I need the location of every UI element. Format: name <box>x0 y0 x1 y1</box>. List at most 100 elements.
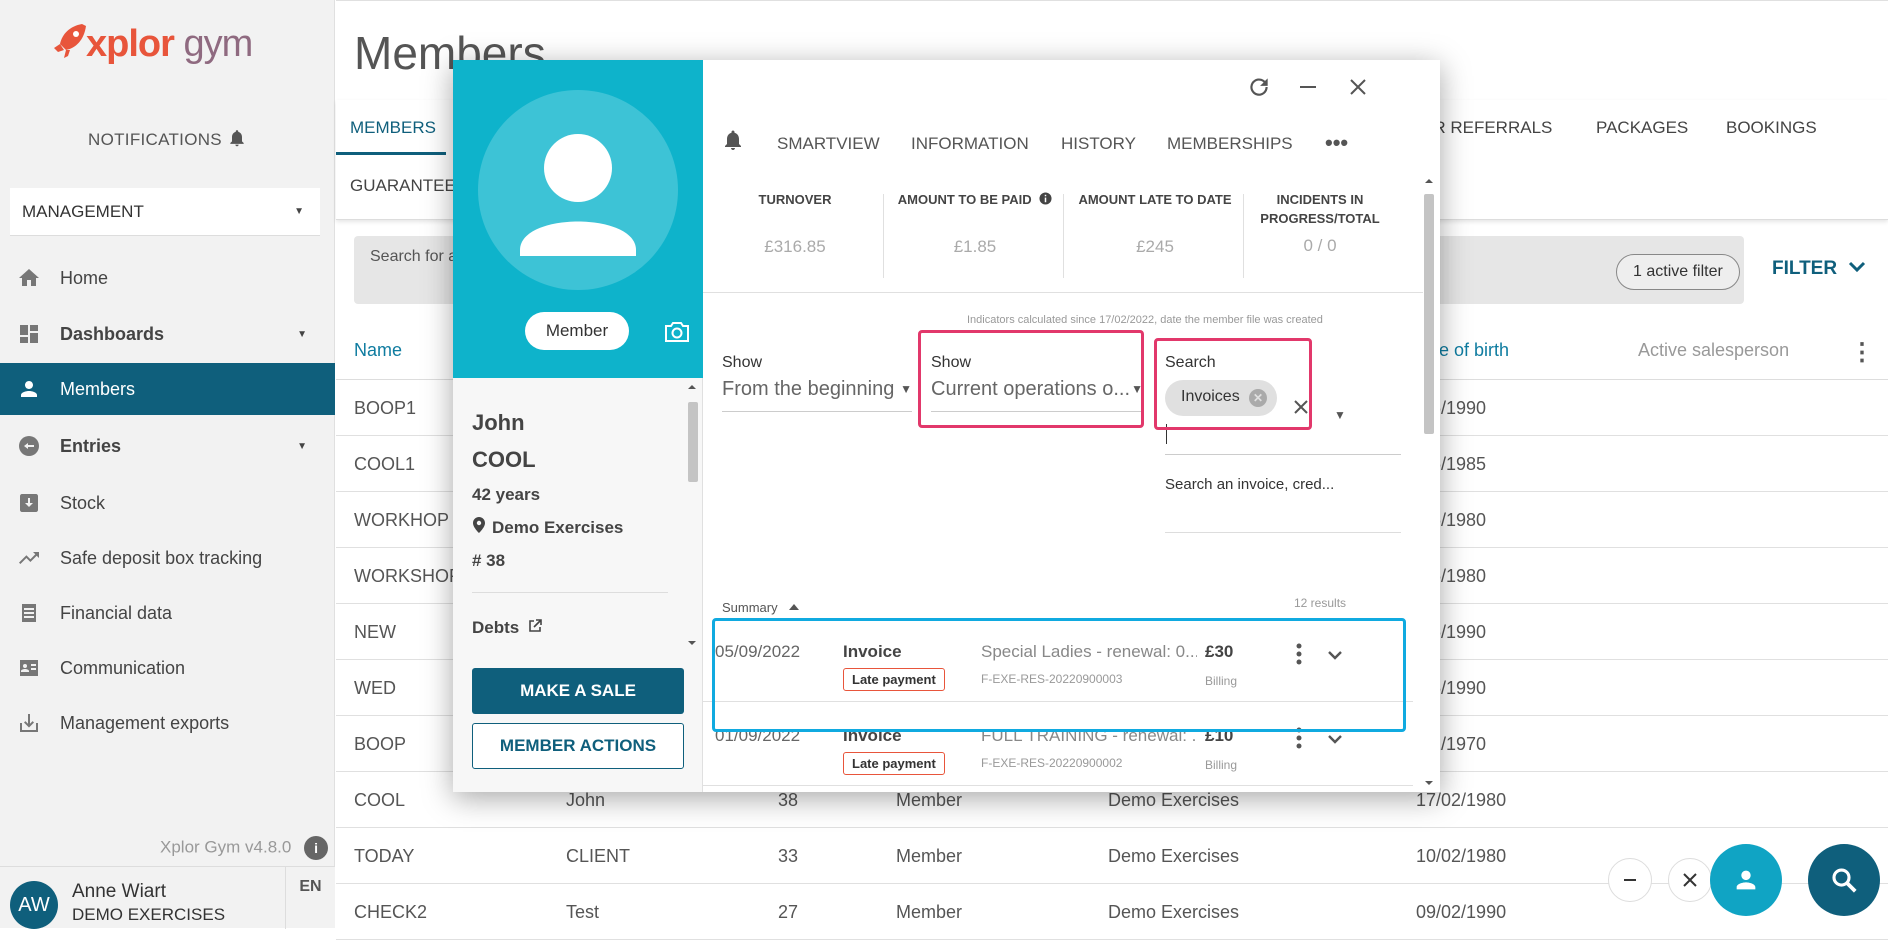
profile-scrollbar[interactable] <box>685 382 699 648</box>
minimize-button[interactable] <box>1608 858 1652 902</box>
scroll-thumb[interactable] <box>1424 194 1434 434</box>
sidebar-item-label: Stock <box>60 492 106 513</box>
external-link-icon <box>529 619 542 632</box>
cell-club: Demo Exercises <box>1108 846 1240 866</box>
cell-date-of-birth: 17/02/1980 <box>1416 790 1507 810</box>
user-panel[interactable]: AW Anne Wiart DEMO EXERCISES EN <box>0 866 335 929</box>
column-header-salesperson[interactable]: Active salesperson <box>1638 340 1789 361</box>
cell-status: Member <box>896 790 963 810</box>
search-dropdown-icon[interactable]: ▼ <box>1334 408 1346 422</box>
scroll-up-icon[interactable] <box>685 382 699 392</box>
tab-information[interactable]: INFORMATION <box>911 134 1029 154</box>
sidebar-item-financial-data[interactable]: Financial data <box>0 587 335 639</box>
search-operation-input[interactable]: Search an invoice, cred... <box>1165 476 1334 493</box>
info-icon[interactable] <box>1039 192 1052 205</box>
summary-label: Summary <box>722 600 778 615</box>
bell-icon <box>230 130 244 147</box>
member-actions-button[interactable]: MEMBER ACTIONS <box>472 723 684 769</box>
column-header-name[interactable]: Name <box>354 340 402 361</box>
brand-name-b: gym <box>183 23 253 65</box>
kpi-amount-to-be-paid: AMOUNT TO BE PAID £1.85 <box>885 190 1065 257</box>
management-value: MANAGEMENT <box>22 202 144 221</box>
cell-name: BOOP1 <box>354 398 417 418</box>
show-period-select[interactable]: From the beginning ▼ <box>722 378 912 412</box>
debts-link[interactable]: Debts <box>472 618 542 638</box>
table-row[interactable]: CHECK2 Test 27 Member Demo Exercises 09/02/19… <box>336 884 1888 940</box>
avatar[interactable]: AW <box>10 881 58 929</box>
user-company: DEMO EXERCISES <box>72 905 226 924</box>
sidebar-item-stock[interactable]: Stock <box>0 477 335 529</box>
operation-reference: F-EXE-RES-20220900002 <box>981 756 1123 770</box>
cell-age: 38 <box>778 790 799 810</box>
scroll-thumb[interactable] <box>688 402 698 482</box>
table-row[interactable]: TODAY CLIENT 33 Member Demo Exercises 10/02/1… <box>336 828 1888 884</box>
filter-button[interactable]: FILTER <box>1772 258 1866 280</box>
close-all-button[interactable] <box>1668 858 1712 902</box>
cell-date-of-birth: 10/02/1980 <box>1416 846 1507 866</box>
sidebar-item-home[interactable]: Home <box>0 252 335 304</box>
search-button[interactable] <box>1808 844 1880 916</box>
sort-up-icon <box>789 604 800 610</box>
sidebar-item-communication[interactable]: Communication <box>0 642 335 694</box>
sidebar-item-label: Financial data <box>60 602 173 623</box>
minimize-icon[interactable] <box>1296 74 1320 105</box>
language-selector[interactable]: EN <box>285 867 335 929</box>
management-select[interactable]: MANAGEMENT ▼ <box>10 188 320 236</box>
sidebar-item-entries[interactable]: Entries ▼ <box>0 420 335 472</box>
smartview-scrollbar[interactable] <box>1421 176 1437 788</box>
open-member-button[interactable] <box>1710 844 1782 916</box>
cell-name: WORKHOP <box>354 510 450 530</box>
tab-smartview[interactable]: SMARTVIEW <box>777 134 880 154</box>
kpi-label: AMOUNT LATE TO DATE <box>1078 192 1232 207</box>
tab-memberships[interactable]: MEMBERSHIPS <box>1167 134 1293 154</box>
person-icon <box>14 377 44 401</box>
more-tabs-icon[interactable]: ••• <box>1325 130 1348 156</box>
active-filter-chip[interactable]: 1 active filter <box>1616 254 1740 290</box>
kpi-value: £1.85 <box>953 237 997 256</box>
app-version: Xplor Gym v4.8.0 i <box>160 836 329 860</box>
summary-sort-header[interactable]: Summary <box>722 600 801 615</box>
refresh-icon[interactable] <box>1246 74 1272 105</box>
top-divider <box>336 0 1888 4</box>
download-icon <box>14 711 44 735</box>
close-icon <box>1683 873 1697 887</box>
tab-history[interactable]: HISTORY <box>1061 134 1136 154</box>
kpi-label: AMOUNT TO BE PAID <box>885 190 1065 209</box>
info-icon[interactable]: i <box>304 836 329 860</box>
tab-bookings[interactable]: BOOKINGS <box>1726 118 1817 138</box>
sidebar-item-safe-deposit[interactable]: Safe deposit box tracking <box>0 532 335 584</box>
member-age: 42 years <box>472 485 541 504</box>
column-menu-icon[interactable]: ⋮ <box>1850 338 1874 367</box>
sidebar-item-dashboards[interactable]: Dashboards ▼ <box>0 308 335 360</box>
chevron-down-icon[interactable] <box>1327 732 1343 750</box>
close-icon[interactable] <box>1346 74 1370 105</box>
member-photo[interactable] <box>478 90 678 290</box>
scroll-down-icon[interactable] <box>685 638 699 648</box>
tab-guarantee[interactable]: GUARANTEE <box>350 176 456 196</box>
notifications-button[interactable]: NOTIFICATIONS <box>0 128 335 150</box>
sidebar: xplor gym NOTIFICATIONS MANAGEMENT ▼ Hom… <box>0 0 335 929</box>
xplor-gym-logo[interactable]: xplor gym <box>52 22 253 66</box>
sidebar-item-label: Communication <box>60 657 186 678</box>
notifications-bell-tab[interactable] <box>721 128 745 157</box>
make-a-sale-button[interactable]: MAKE A SALE <box>472 668 684 714</box>
sidebar-item-label: Entries <box>60 435 122 456</box>
camera-icon[interactable] <box>663 320 691 349</box>
tab-referrals[interactable]: ER REFERRALS <box>1422 118 1552 138</box>
sidebar-item-management-exports[interactable]: Management exports <box>0 697 335 749</box>
scroll-down-icon[interactable] <box>1421 778 1437 788</box>
kpi-label: TURNOVER <box>758 192 832 207</box>
contact-card-icon <box>14 656 44 680</box>
notifications-label: NOTIFICATIONS <box>88 130 222 149</box>
trending-icon <box>14 546 44 570</box>
sidebar-item-members[interactable]: Members <box>0 363 335 415</box>
member-profile-panel: Member John COOL 42 years Demo Exercises… <box>453 60 703 792</box>
member-details: John COOL 42 years Demo Exercises # 38 <box>472 404 623 577</box>
cell-club: Demo Exercises <box>1108 790 1240 810</box>
tab-packages[interactable]: PACKAGES <box>1596 118 1688 138</box>
cell-first-name: Test <box>566 902 600 922</box>
cell-name: BOOP <box>354 734 407 754</box>
scroll-up-icon[interactable] <box>1421 176 1437 186</box>
tab-members[interactable]: MEMBERS <box>350 118 436 138</box>
highlight-search <box>1154 338 1312 430</box>
